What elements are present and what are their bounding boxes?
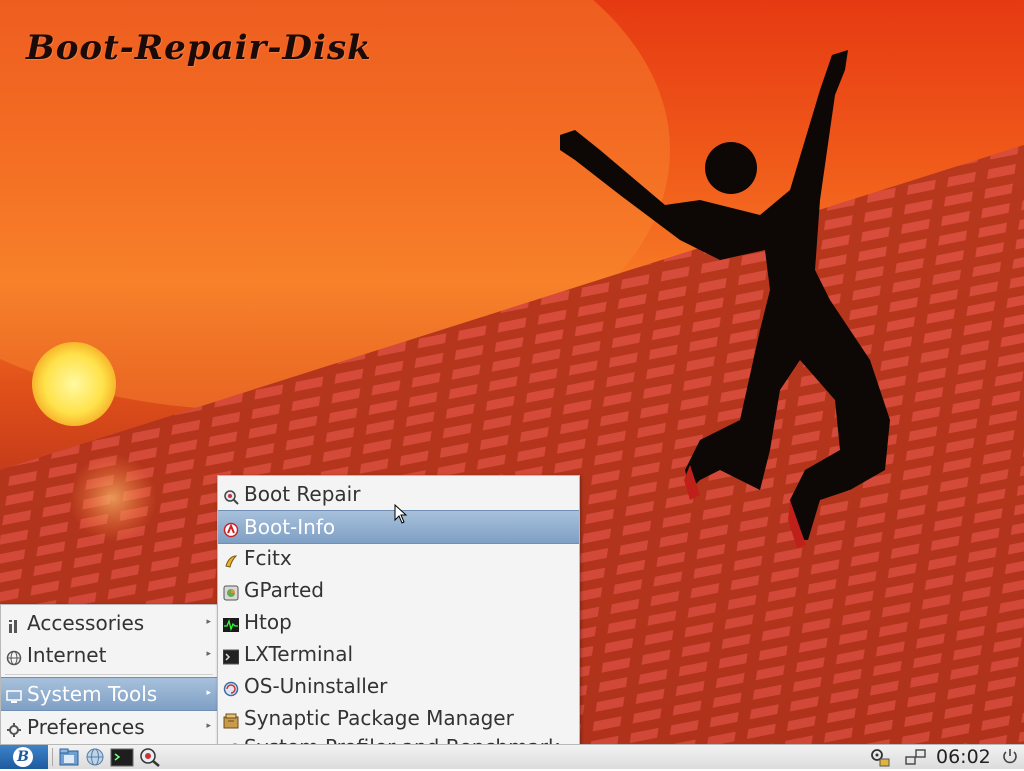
menu-item-label: Synaptic Package Manager [244, 706, 514, 730]
taskbar: B 06:02 [0, 744, 1024, 769]
terminal-icon [110, 748, 134, 767]
chevron-right-icon: ▸ [206, 649, 211, 659]
accessories-icon [6, 615, 22, 633]
mouse-pointer-icon [394, 504, 408, 524]
monitor-icon [6, 686, 22, 703]
update-icon [871, 749, 890, 767]
network-tray[interactable] [904, 747, 928, 767]
menu-item-label: Accessories [27, 611, 145, 635]
menu-item-lxterminal[interactable]: LXTerminal [218, 638, 579, 670]
chevron-right-icon: ▸ [206, 721, 211, 731]
wallpaper-title: Boot-Repair-Disk [26, 28, 372, 68]
chevron-right-icon: ▸ [206, 617, 211, 627]
terminal-launcher[interactable] [110, 747, 134, 767]
menu-item-gparted[interactable]: GParted [218, 574, 579, 606]
menu-item-label: OS-Uninstaller [244, 674, 388, 698]
menu-item-label: Internet [27, 643, 107, 667]
menu-item-preferences[interactable]: Preferences ▸ [1, 711, 217, 743]
power-icon [1003, 749, 1017, 764]
file-manager-icon [59, 748, 79, 766]
file-manager-launcher[interactable] [58, 747, 80, 767]
menu-item-label: Boot Repair [244, 482, 361, 506]
menu-item-label: Preferences [27, 715, 145, 739]
sun [32, 342, 116, 426]
menu-item-internet[interactable]: Internet ▸ [1, 639, 217, 671]
boot-repair-icon [223, 486, 239, 505]
htop-icon [223, 614, 239, 632]
boot-repair-launcher[interactable] [138, 747, 162, 767]
os-uninstaller-icon [223, 678, 239, 697]
globe-icon [6, 647, 22, 666]
menu-item-label: Boot-Info [244, 515, 336, 539]
web-browser-icon [86, 748, 104, 766]
menu-item-label: GParted [244, 578, 324, 602]
menu-item-label: LXTerminal [244, 642, 354, 666]
gear-icon [6, 719, 22, 737]
chevron-right-icon: ▸ [206, 688, 211, 698]
terminal-icon [222, 646, 240, 665]
menu-item-label: Htop [244, 610, 292, 634]
network-icon [905, 749, 926, 765]
menu-item-label: System Tools [27, 682, 158, 706]
menu-item-label: Fcitx [244, 546, 292, 570]
web-browser-launcher[interactable] [84, 747, 106, 767]
taskbar-separator [52, 748, 53, 766]
applications-menu: Accessories ▸ Internet ▸ System Tools ▸ … [0, 604, 218, 746]
menu-item-accessories[interactable]: Accessories ▸ [1, 607, 217, 639]
boot-repair-icon [140, 748, 160, 767]
menu-item-fcitx[interactable]: Fcitx [218, 542, 579, 574]
clock[interactable]: 06:02 [936, 745, 991, 769]
synaptic-icon [223, 710, 239, 729]
menu-item-htop[interactable]: Htop [218, 606, 579, 638]
menu-item-synaptic[interactable]: Synaptic Package Manager [218, 702, 579, 734]
boot-info-icon [223, 519, 239, 538]
gparted-icon [223, 582, 239, 601]
start-logo: B [13, 747, 33, 767]
start-menu-button[interactable]: B [0, 745, 48, 769]
power-button[interactable] [1000, 747, 1020, 767]
menu-item-os-uninstaller[interactable]: OS-Uninstaller [218, 670, 579, 702]
update-tray[interactable] [868, 747, 892, 767]
menu-separator [5, 674, 213, 675]
fcitx-icon [223, 550, 239, 568]
menu-item-system-tools[interactable]: System Tools ▸ [1, 677, 217, 711]
